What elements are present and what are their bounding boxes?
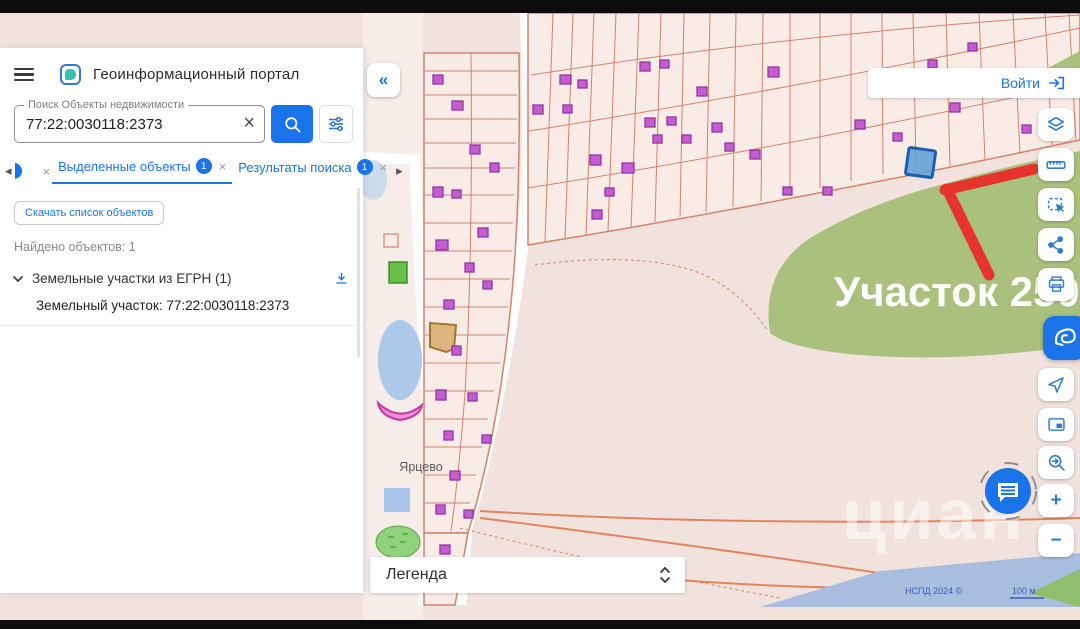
tab-partial[interactable] (15, 161, 41, 181)
tab-partial-badge (15, 163, 22, 179)
highlighted-parcel[interactable] (905, 147, 935, 177)
search-button[interactable] (271, 105, 313, 143)
chat-button[interactable] (976, 459, 1040, 523)
chevron-down-icon (12, 273, 24, 285)
green-square (389, 262, 407, 283)
tab-selected-objects[interactable]: Выделенные объекты 1 × (52, 158, 232, 184)
login-icon (1048, 74, 1066, 92)
tab-label: Выделенные объекты (58, 159, 191, 174)
search-icon (283, 115, 302, 134)
zoom-in-glyph: + (1050, 490, 1061, 512)
login-label: Войти (1001, 75, 1040, 91)
download-group-button[interactable] (334, 271, 349, 286)
wetland (376, 526, 420, 558)
search-input[interactable] (15, 116, 239, 133)
screen: Ярцево Участок 250 НСПД 2024 © 100 м циа… (0, 0, 1080, 629)
panel-header: Геоинформационный портал (14, 64, 351, 85)
scrollbar[interactable] (357, 188, 360, 358)
tab-bar: ◂ × Выделенные объекты 1 × Результаты по… (2, 155, 361, 187)
measure-button[interactable] (1038, 148, 1074, 181)
zoom-out-button[interactable]: − (1038, 524, 1074, 557)
select-area-icon (1045, 194, 1067, 216)
small-parcel (384, 234, 398, 247)
app-logo-icon (60, 64, 81, 85)
zoom-in-button[interactable]: + (1038, 484, 1074, 517)
filter-button[interactable] (319, 105, 353, 143)
tab-search-results[interactable]: Результаты поиска 1 × (232, 159, 393, 183)
pond (378, 320, 422, 400)
sort-chevrons-icon (659, 566, 671, 584)
download-list-button[interactable]: Скачать список объектов (14, 201, 164, 225)
map-attribution: НСПД 2024 © (905, 586, 963, 596)
panel-collapse-button[interactable]: « (367, 63, 400, 97)
results-count: Найдено объектов: 1 (14, 240, 363, 254)
search-area-icon (1046, 452, 1067, 473)
tab-badge: 1 (357, 159, 373, 175)
scale-label: 100 м (1012, 586, 1036, 596)
download-icon (334, 271, 349, 286)
results-group-row[interactable]: Земельные участки из ЕГРН (1) (12, 271, 349, 286)
zoom-out-glyph: − (1050, 530, 1061, 552)
app-title: Геоинформационный портал (93, 66, 299, 83)
search-area-button[interactable] (1038, 446, 1074, 479)
sidebar-panel: Геоинформационный портал Поиск Объекты н… (0, 48, 363, 593)
draw-polygon-icon (1051, 324, 1079, 352)
mini-map-icon (1046, 414, 1067, 435)
mini-map-button[interactable] (1038, 408, 1074, 441)
layers-button[interactable] (1038, 108, 1074, 141)
tab-close-icon[interactable]: × (380, 160, 388, 175)
legend-label: Легенда (386, 566, 447, 584)
locate-icon (1046, 375, 1066, 395)
print-icon (1046, 274, 1067, 295)
print-button[interactable] (1038, 268, 1074, 301)
pond-small (384, 488, 410, 512)
draw-polygon-button-active[interactable] (1043, 316, 1080, 360)
search-field[interactable]: Поиск Объекты недвижимости × (14, 105, 265, 143)
tab-badge: 1 (196, 158, 212, 174)
village-label: Ярцево (399, 460, 442, 474)
locate-button[interactable] (1038, 368, 1074, 401)
login-button[interactable]: Войти (868, 68, 1080, 98)
tab-close-icon[interactable]: × (219, 159, 227, 174)
tabs-scroll-left[interactable]: ◂ (2, 163, 15, 179)
menu-button[interactable] (14, 68, 34, 82)
clear-search-button[interactable]: × (239, 113, 264, 135)
share-button[interactable] (1038, 228, 1074, 261)
select-area-button[interactable] (1038, 188, 1074, 221)
results-group-label: Земельные участки из ЕГРН (1) (32, 271, 326, 286)
search-row: Поиск Объекты недвижимости × (14, 105, 353, 143)
tabs-scroll-right[interactable]: ▸ (393, 163, 406, 179)
layers-icon (1045, 114, 1067, 136)
tab-label: Результаты поиска (238, 160, 351, 175)
tune-icon (327, 115, 345, 133)
result-item[interactable]: Земельный участок: 77:22:0030118:2373 (0, 294, 363, 326)
legend-toggle[interactable]: Легенда (370, 557, 685, 593)
tab-partial-close[interactable]: × (43, 164, 51, 179)
share-icon (1046, 235, 1066, 255)
ruler-icon (1045, 154, 1067, 176)
search-field-label: Поиск Объекты недвижимости (24, 99, 188, 111)
